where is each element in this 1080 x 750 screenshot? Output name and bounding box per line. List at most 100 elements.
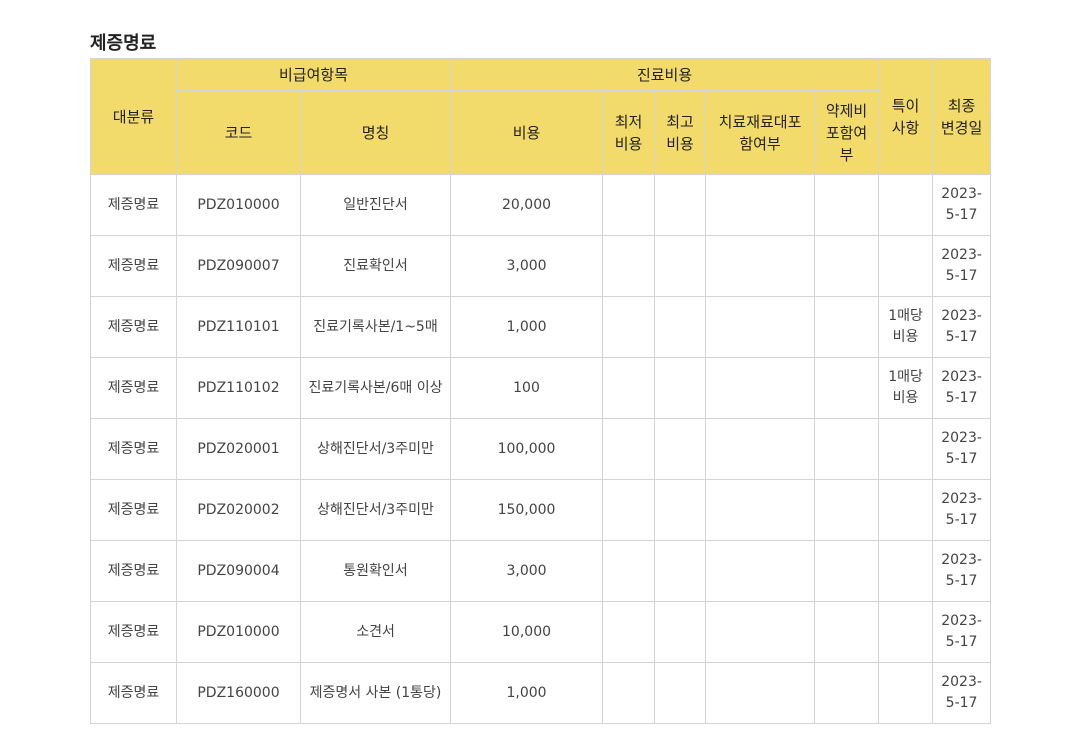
cell-code: PDZ020002	[176, 479, 301, 541]
cell-note	[878, 174, 934, 236]
cell-drug-included	[814, 357, 880, 419]
cell-code: PDZ090004	[176, 540, 301, 602]
cell-category: 제증명료	[90, 418, 177, 480]
table-header: 대분류 비급여항목 진료비용 특이 사항 최종 변경일 코드 명칭 비용 최저 비용 …	[90, 58, 992, 175]
fee-section: 제증명료 대분류 비급여항목 진료비용 특이 사항 최종 변경일 코드 명칭 비…	[90, 30, 992, 724]
cell-cost: 100,000	[450, 418, 604, 480]
cell-code: PDZ010000	[176, 174, 301, 236]
cell-cost: 1,000	[450, 296, 604, 358]
header-name: 명칭	[299, 90, 452, 175]
cell-max-cost	[654, 357, 707, 419]
header-max-cost: 최고 비용	[654, 90, 707, 175]
cell-max-cost	[654, 418, 707, 480]
cell-cost: 20,000	[450, 174, 604, 236]
table-row: 제증명료 PDZ090007 진료확인서 3,000 2023- 5-17	[90, 235, 992, 297]
cell-max-cost	[654, 662, 707, 724]
cell-min-cost	[602, 540, 656, 602]
cell-material-included	[705, 235, 816, 297]
cell-name: 소견서	[299, 601, 452, 663]
cell-code: PDZ010000	[176, 601, 301, 663]
cell-note	[878, 418, 934, 480]
cell-drug-included	[814, 662, 880, 724]
cell-drug-included	[814, 601, 880, 663]
cell-max-cost	[654, 235, 707, 297]
cell-last-changed: 2023- 5-17	[932, 479, 992, 541]
header-last-changed: 최종 변경일	[932, 58, 992, 175]
cell-name: 상해진단서/3주미만	[299, 418, 452, 480]
cell-note: 1매당 비용	[878, 357, 934, 419]
cell-last-changed: 2023- 5-17	[932, 418, 992, 480]
header-min-cost: 최저 비용	[602, 90, 656, 175]
cell-drug-included	[814, 540, 880, 602]
cell-category: 제증명료	[90, 540, 177, 602]
cell-note	[878, 540, 934, 602]
cell-drug-included	[814, 418, 880, 480]
cell-note	[878, 601, 934, 663]
cell-min-cost	[602, 418, 656, 480]
cell-name: 진료기록사본/6매 이상	[299, 357, 452, 419]
table-row: 제증명료 PDZ010000 소견서 10,000 2023- 5-17	[90, 601, 992, 663]
cell-last-changed: 2023- 5-17	[932, 540, 992, 602]
cell-name: 일반진단서	[299, 174, 452, 236]
cell-cost: 3,000	[450, 235, 604, 297]
header-material-included: 치료재료대포 함여부	[705, 90, 816, 175]
table-row: 제증명료 PDZ010000 일반진단서 20,000 2023- 5-17	[90, 174, 992, 236]
section-title: 제증명료	[90, 33, 157, 54]
cell-code: PDZ020001	[176, 418, 301, 480]
cell-material-included	[705, 174, 816, 236]
table-row: 제증명료 PDZ160000 제증명서 사본 (1통당) 1,000 2023- 5-17	[90, 662, 992, 724]
cell-name: 통원확인서	[299, 540, 452, 602]
cell-min-cost	[602, 479, 656, 541]
cell-last-changed: 2023- 5-17	[932, 235, 992, 297]
cell-note	[878, 479, 934, 541]
cell-category: 제증명료	[90, 662, 177, 724]
cell-material-included	[705, 296, 816, 358]
header-cost: 비용	[450, 90, 604, 175]
cell-max-cost	[654, 540, 707, 602]
cell-min-cost	[602, 235, 656, 297]
cell-min-cost	[602, 662, 656, 724]
cell-name: 제증명서 사본 (1통당)	[299, 662, 452, 724]
header-cost-group: 진료비용	[450, 58, 880, 91]
cell-material-included	[705, 601, 816, 663]
cell-last-changed: 2023- 5-17	[932, 601, 992, 663]
cell-category: 제증명료	[90, 357, 177, 419]
cell-max-cost	[654, 601, 707, 663]
cell-last-changed: 2023- 5-17	[932, 357, 992, 419]
table-row: 제증명료 PDZ110101 진료기록사본/1~5매 1,000 1매당 비용 2023- 5…	[90, 296, 992, 358]
cell-name: 상해진단서/3주미만	[299, 479, 452, 541]
cell-drug-included	[814, 235, 880, 297]
cell-cost: 150,000	[450, 479, 604, 541]
header-nonbenefit-group: 비급여항목	[175, 58, 452, 91]
table-row: 제증명료 PDZ020001 상해진단서/3주미만 100,000 2023- 5-17	[90, 418, 992, 480]
cell-drug-included	[814, 296, 880, 358]
cell-material-included	[705, 662, 816, 724]
cell-drug-included	[814, 174, 880, 236]
cell-last-changed: 2023- 5-17	[932, 174, 992, 236]
cell-name: 진료기록사본/1~5매	[299, 296, 452, 358]
cell-name: 진료확인서	[299, 235, 452, 297]
cell-cost: 100	[450, 357, 604, 419]
header-code: 코드	[176, 90, 301, 175]
cell-max-cost	[654, 174, 707, 236]
fee-table: 대분류 비급여항목 진료비용 특이 사항 최종 변경일 코드 명칭 비용 최저 비용 …	[90, 58, 992, 724]
cell-cost: 10,000	[450, 601, 604, 663]
cell-min-cost	[602, 601, 656, 663]
cell-code: PDZ090007	[176, 235, 301, 297]
table-row: 제증명료 PDZ020002 상해진단서/3주미만 150,000 2023- 5-17	[90, 479, 992, 541]
header-drug-included: 약제비 포함여 부	[814, 90, 880, 175]
cell-note	[878, 235, 934, 297]
cell-code: PDZ110102	[176, 357, 301, 419]
cell-min-cost	[602, 357, 656, 419]
cell-note: 1매당 비용	[878, 296, 934, 358]
cell-material-included	[705, 540, 816, 602]
cell-category: 제증명료	[90, 296, 177, 358]
cell-material-included	[705, 418, 816, 480]
cell-code: PDZ110101	[176, 296, 301, 358]
cell-min-cost	[602, 296, 656, 358]
header-category: 대분류	[90, 58, 177, 175]
table-row: 제증명료 PDZ090004 통원확인서 3,000 2023- 5-17	[90, 540, 992, 602]
table-body: 제증명료 PDZ010000 일반진단서 20,000 2023- 5-17 제증명료 PDZ…	[90, 174, 992, 724]
cell-cost: 1,000	[450, 662, 604, 724]
cell-max-cost	[654, 479, 707, 541]
